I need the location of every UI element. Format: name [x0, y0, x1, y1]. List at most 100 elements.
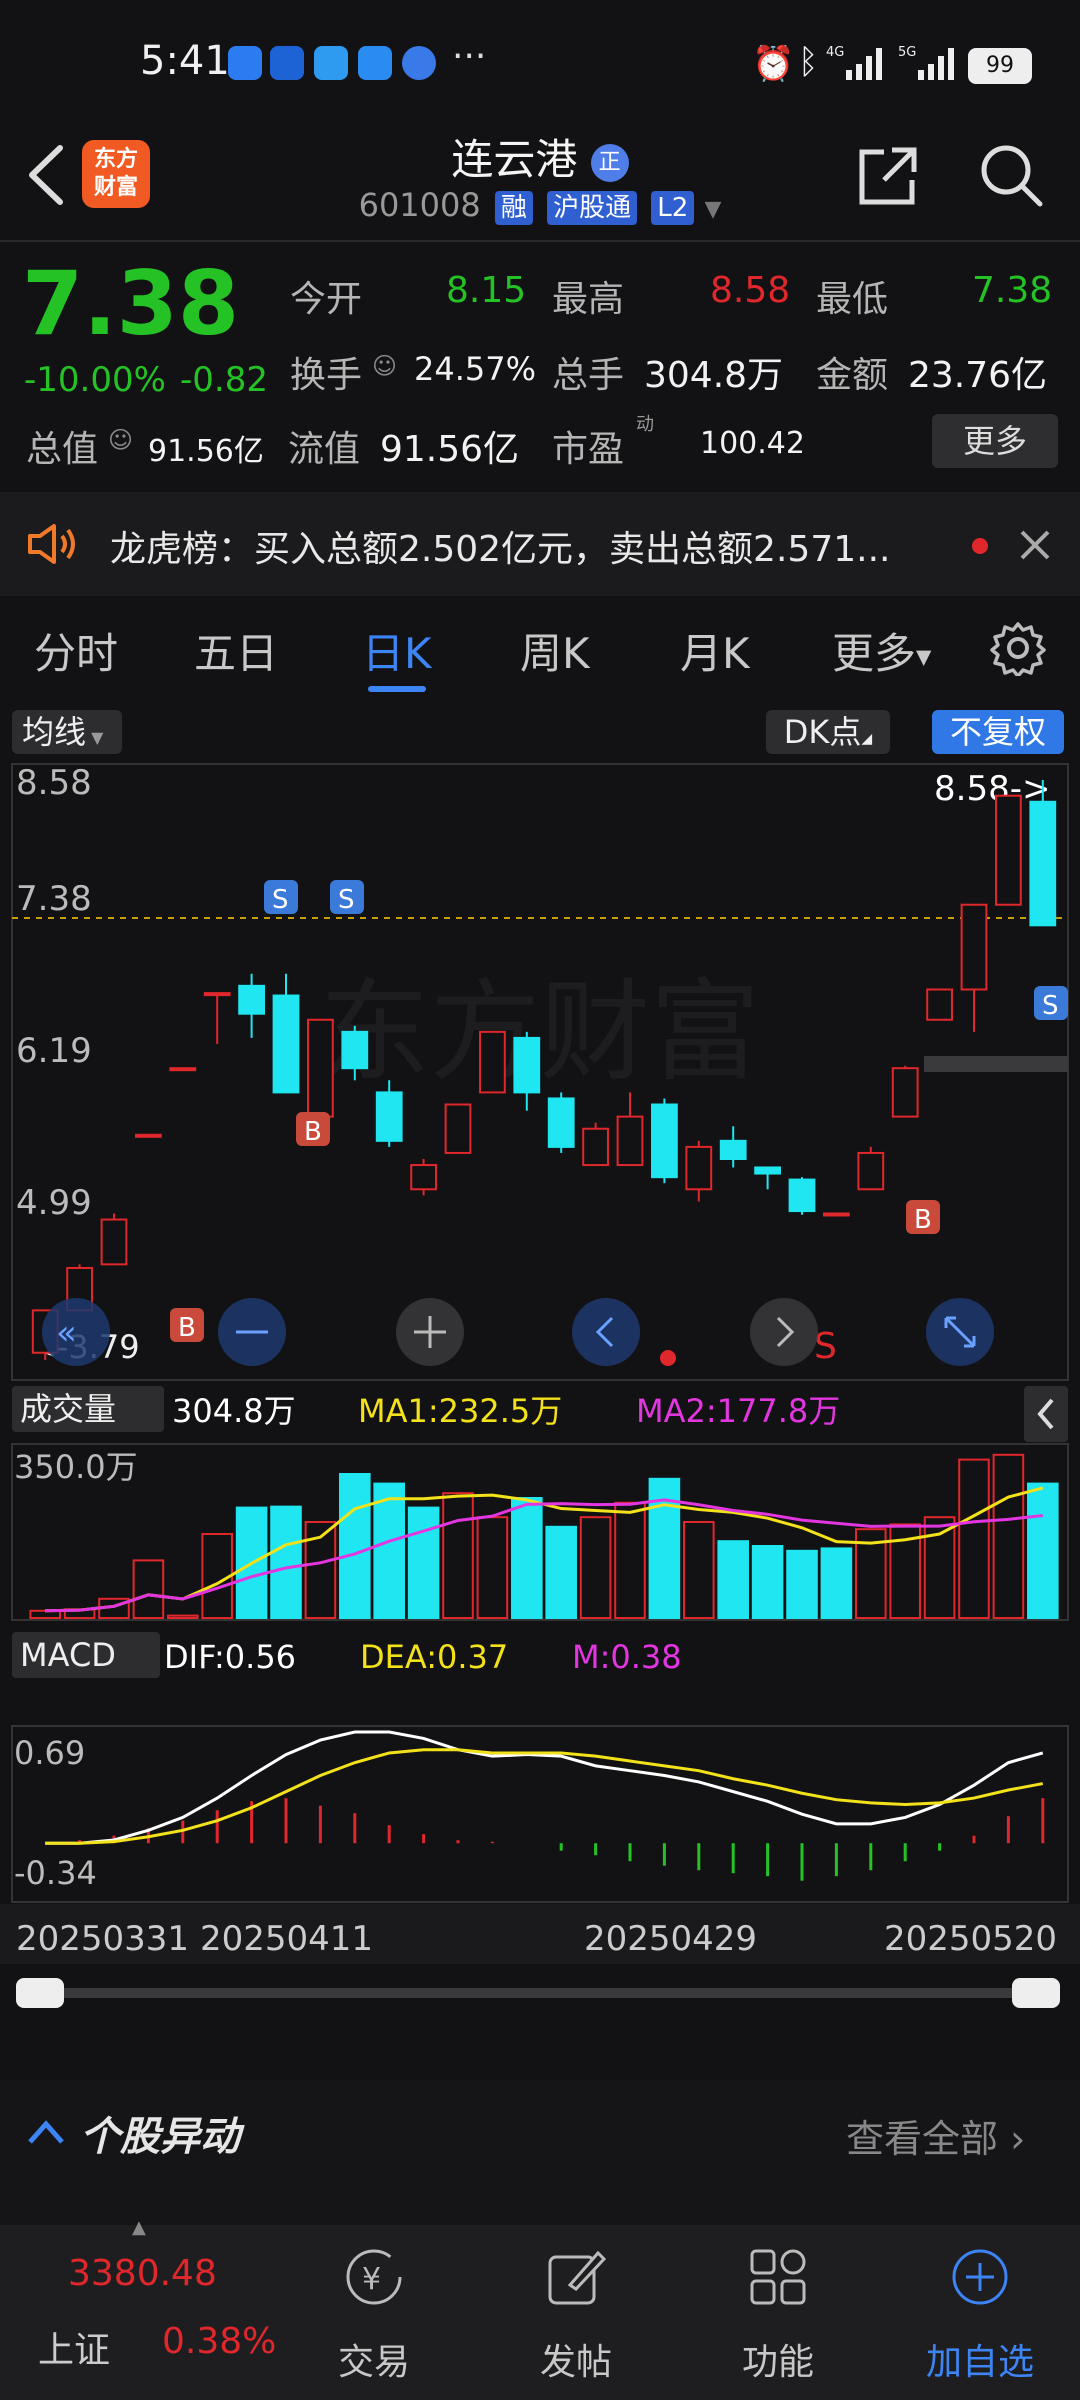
info-icon[interactable]: ☺	[372, 352, 397, 380]
chevron-right-icon: ›	[1010, 2117, 1026, 2161]
functions-grid-icon[interactable]	[746, 2245, 810, 2309]
total-cap-value: 91.56亿	[148, 434, 264, 469]
volume-bar	[579, 1516, 612, 1620]
ma-selector[interactable]: 均线 ▼	[12, 710, 122, 754]
candle-body	[960, 903, 988, 991]
candle-body	[100, 1218, 128, 1266]
volume-bar	[614, 1501, 646, 1619]
svg-text:5G: 5G	[898, 45, 916, 60]
nav-add-watchlist[interactable]: 加自选	[920, 2333, 1040, 2385]
total-cap-label: 总值	[26, 429, 99, 470]
tab-more[interactable]: 更多▼	[832, 620, 931, 681]
tab-five-day[interactable]: 五日	[194, 620, 278, 681]
app-notification-icon	[270, 46, 304, 80]
volume-bar	[339, 1473, 371, 1619]
scroll-right-button[interactable]	[750, 1298, 818, 1366]
dragon-tiger-banner[interactable]: 龙虎榜：买入总额2.502亿元，卖出总额2.571...	[0, 492, 1080, 596]
no-adjust-button[interactable]: 不复权	[932, 710, 1064, 754]
trade-icon[interactable]: ¥	[342, 2245, 406, 2309]
info-icon[interactable]: ☺	[108, 426, 133, 454]
candle-body	[547, 1097, 575, 1148]
volume-bar	[786, 1549, 818, 1619]
pe-value: 100.42	[700, 426, 805, 461]
chevron-up-icon[interactable]	[26, 2118, 66, 2146]
index-name[interactable]: 上证	[38, 2321, 110, 2373]
range-slider-left-handle[interactable]	[16, 1978, 64, 2008]
more-quote-button[interactable]: 更多	[932, 414, 1058, 468]
candle-body	[891, 1067, 919, 1118]
index-percent[interactable]: 0.38%	[162, 2321, 276, 2362]
candle-body	[410, 1164, 437, 1191]
scroll-up-icon[interactable]: ▲	[132, 2217, 146, 2238]
volume-ma1: MA1:232.5万	[358, 1392, 562, 1430]
open-label: 今开	[290, 279, 363, 320]
tab-monthly-k[interactable]: 月K	[680, 620, 750, 681]
close-icon[interactable]	[1018, 528, 1052, 562]
tab-intraday[interactable]: 分时	[34, 620, 118, 681]
tag-hk-connect: 沪股通	[547, 191, 638, 225]
nav-functions[interactable]: 功能	[718, 2333, 838, 2385]
candle-body	[582, 1127, 609, 1167]
price-band	[924, 1056, 1068, 1072]
dropdown-caret-icon[interactable]: ▼	[704, 197, 721, 222]
candle-body	[272, 994, 300, 1094]
candle-body	[754, 1166, 781, 1175]
volume-bar	[407, 1506, 440, 1619]
corner-caret-icon: ◢	[861, 731, 873, 747]
red-dot	[660, 1350, 676, 1366]
date-label-3: 20250520	[884, 1919, 1057, 1959]
divider	[0, 240, 1080, 242]
settings-gear-icon[interactable]	[990, 620, 1046, 676]
add-watchlist-icon[interactable]	[948, 2245, 1012, 2309]
post-icon[interactable]	[544, 2245, 608, 2309]
volume-bar	[992, 1453, 1025, 1619]
range-slider-right-handle[interactable]	[1012, 1978, 1060, 2008]
svg-text:B: B	[178, 1313, 196, 1343]
date-label-1: 20250411	[200, 1919, 373, 1959]
volume-bar	[958, 1458, 990, 1619]
low-value: 7.38	[972, 270, 1053, 311]
index-value[interactable]: 3380.48	[68, 2253, 217, 2294]
battery-level: 99	[986, 53, 1014, 78]
candle-body	[513, 1036, 541, 1094]
candle-body	[238, 984, 265, 1015]
volume-bar	[167, 1614, 199, 1619]
dk-point-button[interactable]: DK点◢	[766, 710, 890, 754]
view-all-label: 查看全部	[846, 2117, 999, 2161]
view-all-link[interactable]: 查看全部 ›	[846, 2108, 1025, 2163]
tab-daily-k[interactable]: 日K	[362, 620, 432, 681]
y-label-2: 6.19	[16, 1031, 92, 1071]
candle-body	[169, 1067, 197, 1072]
collapse-panel-button[interactable]	[1024, 1386, 1068, 1442]
pe-label: 市盈	[552, 429, 625, 470]
scroll-left-button[interactable]	[572, 1298, 640, 1366]
date-label-2: 20250429	[584, 1919, 757, 1959]
amount-value: 23.76亿	[908, 355, 1048, 396]
volume-bar	[476, 1516, 509, 1620]
low-label: 最低	[816, 279, 889, 320]
candle-body	[341, 1030, 369, 1070]
macd-panel-label: MACD	[20, 1636, 116, 1674]
candle-body	[857, 1151, 885, 1191]
volume-ma2: MA2:177.8万	[636, 1392, 840, 1430]
volume-bar	[1027, 1482, 1059, 1619]
volume-bars	[29, 1453, 1059, 1620]
candle-body	[823, 1212, 850, 1217]
nav-post[interactable]: 发帖	[516, 2333, 636, 2385]
float-cap-value: 91.56亿	[380, 429, 520, 470]
kline-chart[interactable]: 东方财富 8.58 7.38 6.19 4.99 <-3.79 8.58-> S…	[0, 760, 1080, 2050]
change-amount: -0.82	[180, 360, 268, 400]
pe-sup: 动	[636, 414, 654, 435]
share-icon[interactable]	[856, 144, 920, 208]
speaker-icon	[28, 524, 75, 564]
range-slider-track[interactable]	[16, 1988, 1060, 1998]
section-title: 个股异动	[80, 2114, 240, 2160]
candle-body	[1029, 800, 1057, 927]
svg-text:S: S	[1042, 991, 1059, 1021]
zheng-badge-icon: 正	[590, 143, 629, 182]
tab-weekly-k[interactable]: 周K	[520, 620, 590, 681]
search-icon[interactable]	[978, 142, 1046, 210]
svg-text:¥: ¥	[362, 2262, 381, 2297]
tag-margin: 融	[494, 191, 533, 225]
nav-trade[interactable]: 交易	[314, 2333, 434, 2385]
